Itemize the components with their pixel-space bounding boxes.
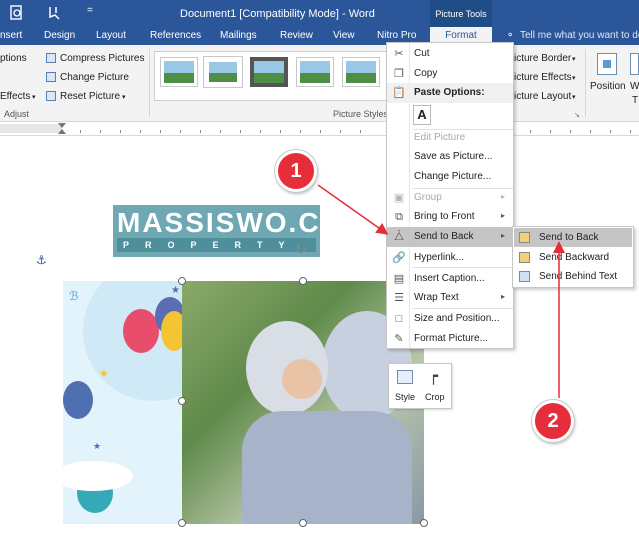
arrow-to-send-to-back	[317, 184, 389, 235]
step-badge-1: 1	[275, 150, 317, 192]
annotation-arrows	[317, 184, 565, 398]
step-badge-2: 2	[532, 400, 574, 442]
